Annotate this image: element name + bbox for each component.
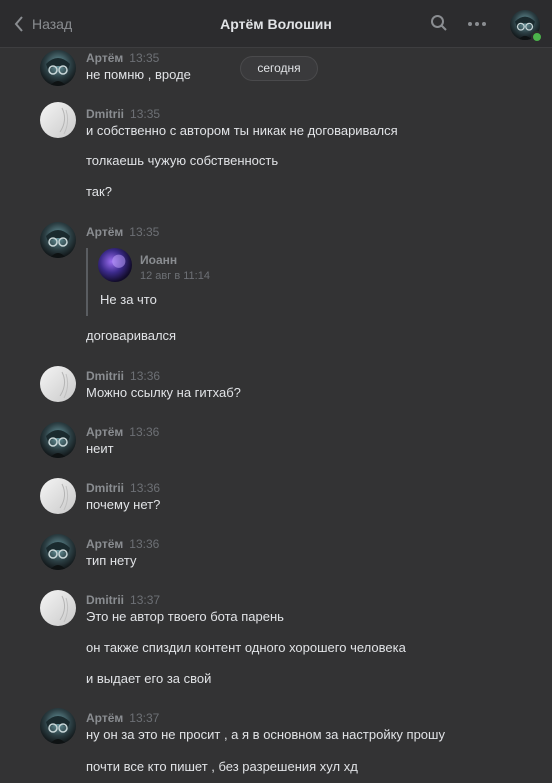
message-text: ну он за это не просит , а я в основном …	[86, 727, 445, 742]
message-time: 13:36	[129, 425, 160, 439]
reply-author[interactable]: Иоанн	[140, 253, 177, 267]
message-text: договаривался	[86, 328, 177, 343]
message-author[interactable]: Dmitrii 13:35	[86, 107, 160, 121]
message-time: 13:35	[129, 225, 160, 239]
message-time: 13:36	[129, 537, 160, 551]
avatar-ioann[interactable]	[98, 248, 132, 282]
message-author[interactable]: Артём 13:35	[86, 225, 159, 239]
message-time: 13:35	[130, 107, 161, 121]
message-author[interactable]: Dmitrii 13:36	[86, 481, 160, 495]
message-time: 13:36	[130, 369, 161, 383]
message-time: 13:37	[129, 711, 160, 725]
reply-text: Не за что	[100, 292, 157, 307]
message-text: неит	[86, 441, 114, 456]
avatar-dmitrii[interactable]	[40, 366, 76, 402]
reply-time: 12 авг в 11:14	[140, 270, 210, 282]
avatar-dmitrii[interactable]	[40, 590, 76, 626]
avatar-dmitrii[interactable]	[40, 478, 76, 514]
message-time: 13:36	[130, 481, 161, 495]
message-author[interactable]: Артём 13:35	[86, 51, 159, 65]
message-text: Можно ссылку на гитхаб?	[86, 385, 241, 400]
online-indicator	[531, 31, 543, 43]
date-divider: сегодня	[240, 56, 318, 81]
message-author[interactable]: Dmitrii 13:36	[86, 369, 160, 383]
message-text: Это не автор твоего бота парень	[86, 609, 284, 624]
message-text: не помню , вроде	[86, 67, 191, 82]
message-text: почему нет?	[86, 497, 161, 512]
search-icon[interactable]	[430, 14, 448, 32]
avatar-artem[interactable]	[40, 708, 76, 744]
message-text: почти все кто пишет , без разрешения хул…	[86, 759, 358, 774]
message-text: тип нету	[86, 553, 137, 568]
message-author[interactable]: Артём 13:37	[86, 711, 159, 725]
message-text: и собственно с автором ты никак не догов…	[86, 123, 398, 138]
message-text: так?	[86, 184, 112, 199]
message-text: и выдает его за свой	[86, 671, 212, 686]
avatar-artem[interactable]	[40, 422, 76, 458]
message-author[interactable]: Артём 13:36	[86, 537, 159, 551]
message-author[interactable]: Артём 13:36	[86, 425, 159, 439]
reply-quote[interactable]: Иоанн 12 авг в 11:14 Не за что	[86, 248, 396, 316]
message-text: толкаешь чужую собственность	[86, 153, 279, 168]
message-time: 13:35	[129, 51, 160, 65]
avatar-artem[interactable]	[40, 222, 76, 258]
more-icon[interactable]	[467, 21, 487, 27]
avatar-artem[interactable]	[40, 50, 76, 86]
chat-header: Назад Артём Волошин	[0, 0, 552, 48]
avatar-artem[interactable]	[40, 534, 76, 570]
message-time: 13:37	[130, 593, 161, 607]
avatar-dmitrii[interactable]	[40, 102, 76, 138]
message-text: он также спиздил контент одного хорошего…	[86, 640, 406, 655]
message-author[interactable]: Dmitrii 13:37	[86, 593, 160, 607]
